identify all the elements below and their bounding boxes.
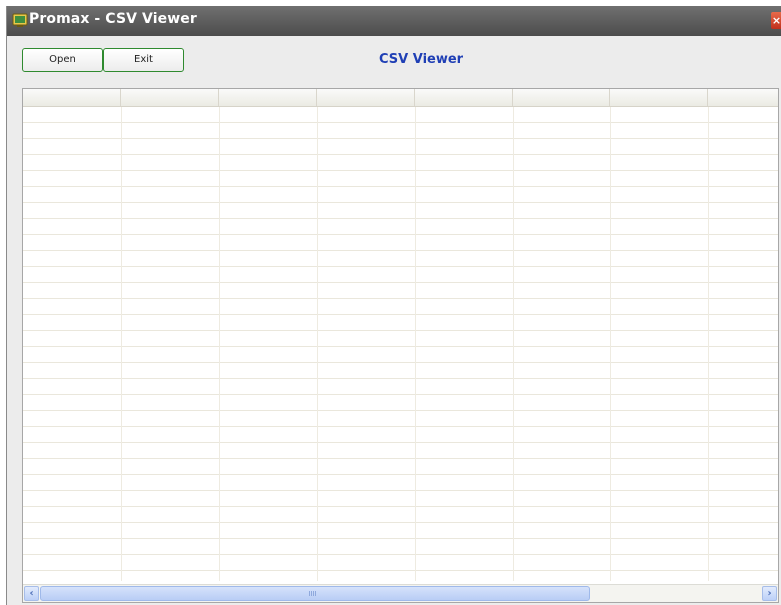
column-header[interactable] [513,89,610,106]
column-header[interactable] [708,89,778,106]
app-icon [12,13,28,27]
grid-body[interactable] [23,107,778,581]
horizontal-scrollbar[interactable]: ‹ › [23,584,778,602]
column-divider [415,107,416,581]
column-divider [219,107,220,581]
exit-button[interactable]: Exit [103,48,184,72]
scrollbar-thumb[interactable] [40,586,590,601]
app-window: Promax - CSV Viewer × Open Exit CSV View… [6,6,781,605]
csv-data-grid[interactable]: ‹ › [22,88,779,603]
page-title: CSV Viewer [379,52,464,67]
scroll-left-arrow[interactable]: ‹ [24,586,39,601]
open-button[interactable]: Open [22,48,103,72]
column-header[interactable] [415,89,513,106]
scroll-right-arrow[interactable]: › [762,586,777,601]
column-divider [513,107,514,581]
title-bar[interactable]: Promax - CSV Viewer × [7,6,781,36]
grid-header-row [23,89,778,107]
window-title: Promax - CSV Viewer [29,11,197,27]
close-button[interactable]: × [771,12,781,29]
column-divider [610,107,611,581]
column-header[interactable] [317,89,415,106]
column-divider [708,107,709,581]
column-divider [121,107,122,581]
column-header[interactable] [23,89,121,106]
column-header[interactable] [219,89,317,106]
scrollbar-grip-icon [309,591,317,596]
column-divider [317,107,318,581]
column-header[interactable] [121,89,219,106]
column-header[interactable] [610,89,708,106]
